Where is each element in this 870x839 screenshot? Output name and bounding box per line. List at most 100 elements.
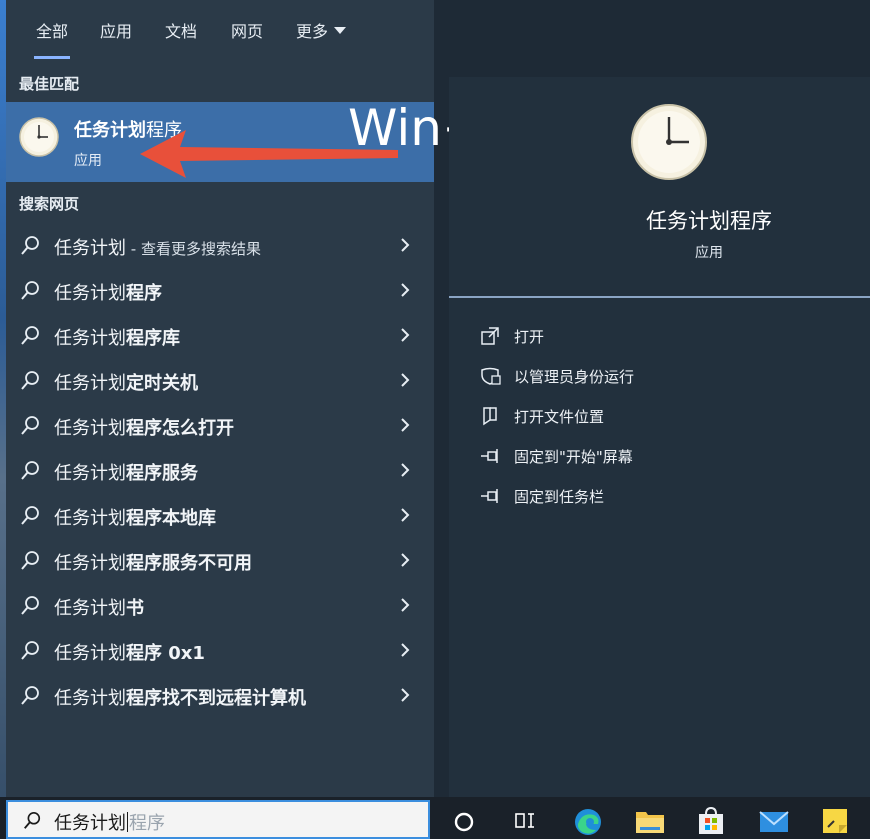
best-match-name-bold: 任务计划 — [74, 120, 146, 141]
search-icon — [21, 551, 39, 570]
chevron-right-icon — [401, 373, 410, 387]
chevron-right-icon — [401, 463, 410, 477]
list-item-text: 任务计划程序怎么打开 — [54, 414, 234, 440]
search-icon — [21, 236, 39, 255]
chevron-right-icon — [401, 508, 410, 522]
item-highlight: 程序 — [126, 283, 162, 304]
cortana-icon[interactable] — [452, 810, 476, 834]
chevron-down-icon — [334, 27, 347, 34]
list-item-text: 任务计划定时关机 — [54, 369, 198, 395]
best-match-type: 应用 — [74, 153, 102, 169]
item-prefix: 任务计划 — [54, 688, 126, 709]
item-prefix: 任务计划 — [54, 598, 126, 619]
search-icon — [21, 641, 39, 660]
item-highlight: 程序怎么打开 — [126, 418, 234, 439]
search-input[interactable]: 任务计划 程序 — [6, 800, 430, 839]
chevron-right-icon — [401, 418, 410, 432]
list-item[interactable]: 任务计划 - 查看更多搜索结果 — [6, 223, 434, 268]
task-view-icon[interactable] — [512, 808, 538, 834]
list-item[interactable]: 任务计划程序 0x1 — [6, 628, 434, 673]
detail-subtitle-text: 应用 — [695, 245, 723, 261]
list-item-text: 任务计划 - 查看更多搜索结果 — [54, 234, 261, 260]
pin-icon — [481, 489, 498, 503]
mail-icon[interactable] — [758, 808, 790, 836]
item-suffix: - 查看更多搜索结果 — [126, 240, 261, 258]
search-icon — [21, 506, 39, 525]
item-highlight: 程序 0x1 — [126, 643, 205, 664]
item-prefix: 任务计划 — [54, 463, 126, 484]
item-prefix: 任务计划 — [54, 373, 126, 394]
item-highlight: 程序找不到远程计算机 — [126, 688, 306, 709]
chevron-right-icon — [401, 238, 410, 252]
search-icon — [21, 326, 39, 345]
list-item[interactable]: 任务计划程序本地库 — [6, 493, 434, 538]
file-location-icon — [483, 407, 497, 426]
item-highlight: 程序服务不可用 — [126, 553, 252, 574]
chevron-right-icon — [401, 688, 410, 702]
clock-icon — [19, 117, 59, 157]
detail-panel: 任务计划程序 应用 — [449, 77, 870, 797]
list-item[interactable]: 任务计划程序怎么打开 — [6, 403, 434, 448]
search-query: 任务计划 程序 — [54, 809, 165, 835]
search-icon — [21, 686, 39, 705]
action-label: 固定到"开始"屏幕 — [514, 448, 633, 466]
list-item[interactable]: 任务计划程序服务 — [6, 448, 434, 493]
store-icon[interactable] — [697, 806, 725, 836]
action-label: 固定到任务栏 — [514, 488, 605, 506]
item-prefix: 任务计划 — [54, 553, 126, 574]
search-icon — [21, 596, 39, 615]
item-prefix: 任务计划 — [54, 283, 126, 304]
list-item[interactable]: 任务计划定时关机 — [6, 358, 434, 403]
tab-documents[interactable]: 文档 — [165, 18, 197, 42]
text-cursor — [127, 812, 128, 832]
action-label: 以管理员身份运行 — [514, 368, 635, 386]
chevron-right-icon — [401, 643, 410, 657]
detail-title-text: 任务计划程序 — [646, 209, 772, 233]
item-prefix: 任务计划 — [54, 508, 126, 529]
shield-icon — [481, 367, 501, 385]
list-item-text: 任务计划程序 0x1 — [54, 639, 205, 665]
list-item[interactable]: 任务计划程序库 — [6, 313, 434, 358]
list-item-text: 任务计划程序服务 — [54, 459, 198, 485]
search-icon — [21, 461, 39, 480]
tab-all[interactable]: 全部 — [33, 18, 71, 59]
item-prefix: 任务计划 — [54, 418, 126, 439]
search-tabs: 全部 应用 文档 网页 更多 — [6, 0, 434, 59]
chevron-right-icon — [401, 328, 410, 342]
list-item[interactable]: 任务计划程序服务不可用 — [6, 538, 434, 583]
list-item-text: 任务计划书 — [54, 594, 144, 620]
list-item-text: 任务计划程序服务不可用 — [54, 549, 252, 575]
tab-web[interactable]: 网页 — [231, 18, 263, 42]
list-item-text: 任务计划程序 — [54, 279, 162, 305]
detail-divider — [449, 296, 870, 298]
open-icon — [481, 327, 499, 345]
edge-browser-icon[interactable] — [572, 806, 604, 838]
file-explorer-icon[interactable] — [634, 806, 666, 836]
web-search-title: 搜索网页 — [19, 195, 80, 213]
item-highlight: 定时关机 — [126, 373, 198, 394]
chevron-right-icon — [401, 598, 410, 612]
list-item-text: 任务计划程序本地库 — [54, 504, 216, 530]
item-prefix: 任务计划 — [54, 238, 126, 259]
tab-more[interactable]: 更多 — [296, 18, 347, 42]
sticky-notes-icon[interactable] — [820, 806, 850, 836]
list-item[interactable]: 任务计划程序 — [6, 268, 434, 313]
item-highlight: 程序服务 — [126, 463, 198, 484]
item-highlight: 程序库 — [126, 328, 180, 349]
detail-subtitle: 应用 — [449, 242, 870, 262]
item-highlight: 程序本地库 — [126, 508, 216, 529]
search-typed-text: 任务计划 — [54, 813, 126, 834]
search-icon — [24, 812, 41, 829]
item-highlight: 书 — [126, 598, 144, 619]
action-label: 打开 — [514, 328, 545, 346]
tab-apps[interactable]: 应用 — [100, 18, 132, 42]
list-item[interactable]: 任务计划书 — [6, 583, 434, 628]
item-prefix: 任务计划 — [54, 643, 126, 664]
pin-icon — [481, 449, 498, 463]
tab-more-label: 更多 — [296, 22, 329, 41]
list-item[interactable]: 任务计划程序找不到远程计算机 — [6, 673, 434, 718]
chevron-right-icon — [401, 553, 410, 567]
search-icon — [21, 416, 39, 435]
web-search-list: 任务计划 - 查看更多搜索结果 任务计划程序 任务计划程序库 任务计划定时关机 … — [6, 223, 434, 718]
clock-icon — [631, 104, 707, 180]
